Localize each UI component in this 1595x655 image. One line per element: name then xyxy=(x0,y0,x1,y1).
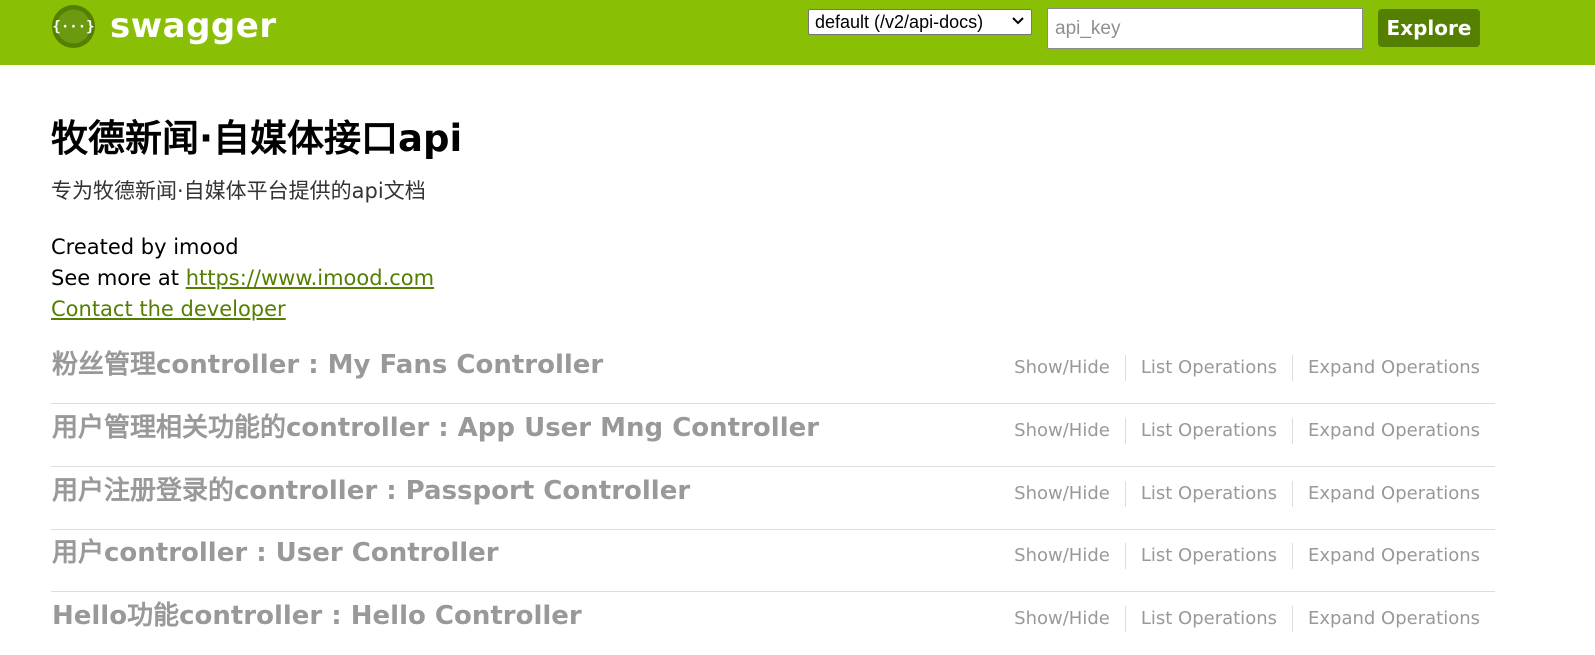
resource-my-fans: 粉丝管理controller : My Fans Controller Show… xyxy=(51,342,1495,404)
resource-ops: Show/Hide List Operations Expand Operati… xyxy=(1014,480,1480,508)
resource-user: 用户controller : User Controller Show/Hide… xyxy=(51,530,1495,592)
resource-heading[interactable]: 用户注册登录的controller : Passport Controller xyxy=(52,473,690,509)
expand-operations-link[interactable]: Expand Operations xyxy=(1308,605,1480,633)
resource-hello: Hello功能controller : Hello Controller Sho… xyxy=(51,593,1495,655)
spec-select-value: default (/v2/api-docs) xyxy=(815,12,984,32)
page-title: 牧德新闻·自媒体接口api xyxy=(51,117,463,160)
website-link[interactable]: https://www.imood.com xyxy=(186,266,434,290)
ops-divider xyxy=(1124,543,1126,569)
show-hide-link[interactable]: Show/Hide xyxy=(1014,542,1110,570)
resource-ops: Show/Hide List Operations Expand Operati… xyxy=(1014,417,1480,445)
ops-divider xyxy=(1124,418,1126,444)
swagger-header: {···} swagger default (/v2/api-docs) Exp… xyxy=(0,0,1595,65)
see-more-line: See more at https://www.imood.com xyxy=(51,264,434,292)
resource-passport: 用户注册登录的controller : Passport Controller … xyxy=(51,468,1495,530)
ops-divider xyxy=(1124,355,1126,381)
resource-heading[interactable]: Hello功能controller : Hello Controller xyxy=(52,598,582,634)
created-by: Created by imood xyxy=(51,235,239,259)
spec-select[interactable]: default (/v2/api-docs) xyxy=(808,9,1032,35)
api-key-input[interactable] xyxy=(1047,8,1363,49)
resource-app-user-mng: 用户管理相关功能的controller : App User Mng Contr… xyxy=(51,405,1495,467)
list-operations-link[interactable]: List Operations xyxy=(1141,605,1277,633)
page-description: 专为牧德新闻·自媒体平台提供的api文档 xyxy=(51,179,426,203)
ops-divider xyxy=(1292,543,1293,569)
resource-heading[interactable]: 粉丝管理controller : My Fans Controller xyxy=(52,347,603,383)
see-more-prefix: See more at xyxy=(51,266,186,290)
resource-ops: Show/Hide List Operations Expand Operati… xyxy=(1014,542,1480,570)
resource-ops: Show/Hide List Operations Expand Operati… xyxy=(1014,605,1480,633)
ops-divider xyxy=(1292,606,1293,632)
resource-heading[interactable]: 用户controller : User Controller xyxy=(52,535,499,571)
explore-button[interactable]: Explore xyxy=(1378,9,1480,47)
ops-divider xyxy=(1292,418,1293,444)
ops-divider xyxy=(1292,355,1293,381)
swagger-brand[interactable]: swagger xyxy=(110,4,277,48)
expand-operations-link[interactable]: Expand Operations xyxy=(1308,480,1480,508)
chevron-down-icon xyxy=(1009,12,1027,30)
ops-divider xyxy=(1292,481,1293,507)
show-hide-link[interactable]: Show/Hide xyxy=(1014,354,1110,382)
resource-ops: Show/Hide List Operations Expand Operati… xyxy=(1014,354,1480,382)
expand-operations-link[interactable]: Expand Operations xyxy=(1308,542,1480,570)
list-operations-link[interactable]: List Operations xyxy=(1141,417,1277,445)
ops-divider xyxy=(1124,606,1126,632)
list-operations-link[interactable]: List Operations xyxy=(1141,480,1277,508)
expand-operations-link[interactable]: Expand Operations xyxy=(1308,417,1480,445)
svg-text:{···}: {···} xyxy=(52,19,94,35)
list-operations-link[interactable]: List Operations xyxy=(1141,354,1277,382)
show-hide-link[interactable]: Show/Hide xyxy=(1014,480,1110,508)
contact-line: Contact the developer xyxy=(51,295,286,323)
show-hide-link[interactable]: Show/Hide xyxy=(1014,605,1110,633)
contact-developer-link[interactable]: Contact the developer xyxy=(51,297,286,321)
swagger-logo-icon[interactable]: {···} xyxy=(52,5,95,48)
ops-divider xyxy=(1124,481,1126,507)
resource-heading[interactable]: 用户管理相关功能的controller : App User Mng Contr… xyxy=(52,410,819,446)
expand-operations-link[interactable]: Expand Operations xyxy=(1308,354,1480,382)
show-hide-link[interactable]: Show/Hide xyxy=(1014,417,1110,445)
list-operations-link[interactable]: List Operations xyxy=(1141,542,1277,570)
